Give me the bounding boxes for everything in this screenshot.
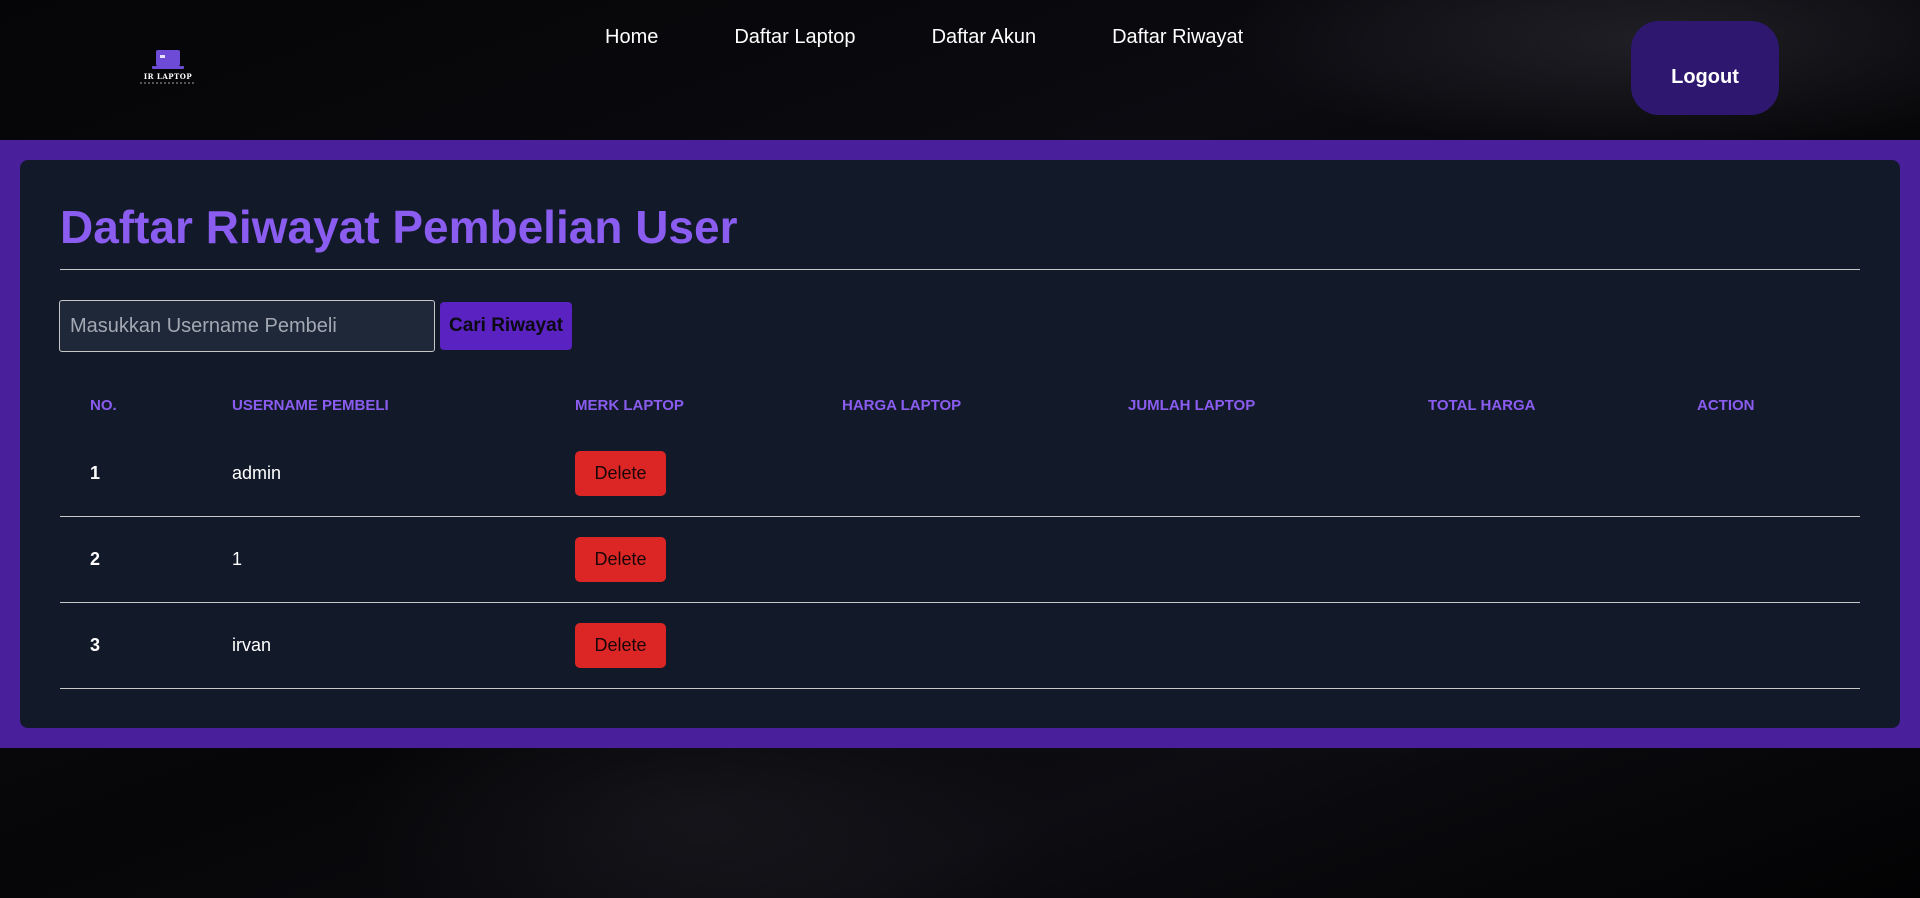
row-2-divider bbox=[60, 602, 1860, 603]
row-1-username: admin bbox=[232, 463, 282, 483]
row-1-no: 1 bbox=[90, 463, 101, 483]
row-2-username: 1 bbox=[232, 549, 243, 569]
nav-home[interactable]: Home bbox=[605, 26, 658, 49]
row-1-divider bbox=[60, 516, 1860, 517]
column-header-jumlah-laptop: JUMLAH LAPTOP bbox=[1128, 397, 1256, 414]
top-navbar: IR LAPTOP Home Daftar Laptop Daftar Akun… bbox=[0, 0, 1920, 140]
row-3-delete-button[interactable]: Delete bbox=[575, 623, 666, 668]
column-header-merk-laptop: MERK LAPTOP bbox=[575, 397, 684, 414]
logo-text: IR LAPTOP bbox=[143, 72, 193, 81]
column-header-total-harga: TOTAL HARGA bbox=[1428, 397, 1536, 414]
nav-daftar-riwayat[interactable]: Daftar Riwayat bbox=[1112, 26, 1243, 49]
column-header-harga-laptop: HARGA LAPTOP bbox=[842, 397, 962, 414]
row-3-divider bbox=[60, 688, 1860, 689]
laptop-icon bbox=[156, 50, 180, 66]
logo-tagline bbox=[140, 82, 196, 84]
main-menu: Home Daftar Laptop Daftar Akun Daftar Ri… bbox=[605, 26, 1319, 49]
column-header-action: ACTION bbox=[1697, 397, 1755, 414]
nav-daftar-akun[interactable]: Daftar Akun bbox=[932, 26, 1037, 49]
search-username-input[interactable] bbox=[59, 300, 435, 352]
logout-button[interactable]: Logout bbox=[1631, 21, 1779, 115]
laptop-base bbox=[152, 66, 184, 69]
row-1-delete-button[interactable]: Delete bbox=[575, 451, 666, 496]
search-history-button[interactable]: Cari Riwayat bbox=[440, 302, 572, 350]
page-title: Daftar Riwayat Pembelian User bbox=[60, 201, 738, 253]
column-header-username: USERNAME PEMBELI bbox=[232, 397, 389, 414]
row-2-no: 2 bbox=[90, 549, 101, 569]
logo[interactable]: IR LAPTOP bbox=[140, 48, 196, 88]
row-2-delete-button[interactable]: Delete bbox=[575, 537, 666, 582]
row-3-username: irvan bbox=[232, 635, 272, 655]
nav-daftar-laptop[interactable]: Daftar Laptop bbox=[734, 26, 855, 49]
column-header-no: NO. bbox=[90, 397, 117, 414]
title-divider bbox=[60, 269, 1860, 270]
row-3-no: 3 bbox=[90, 635, 101, 655]
